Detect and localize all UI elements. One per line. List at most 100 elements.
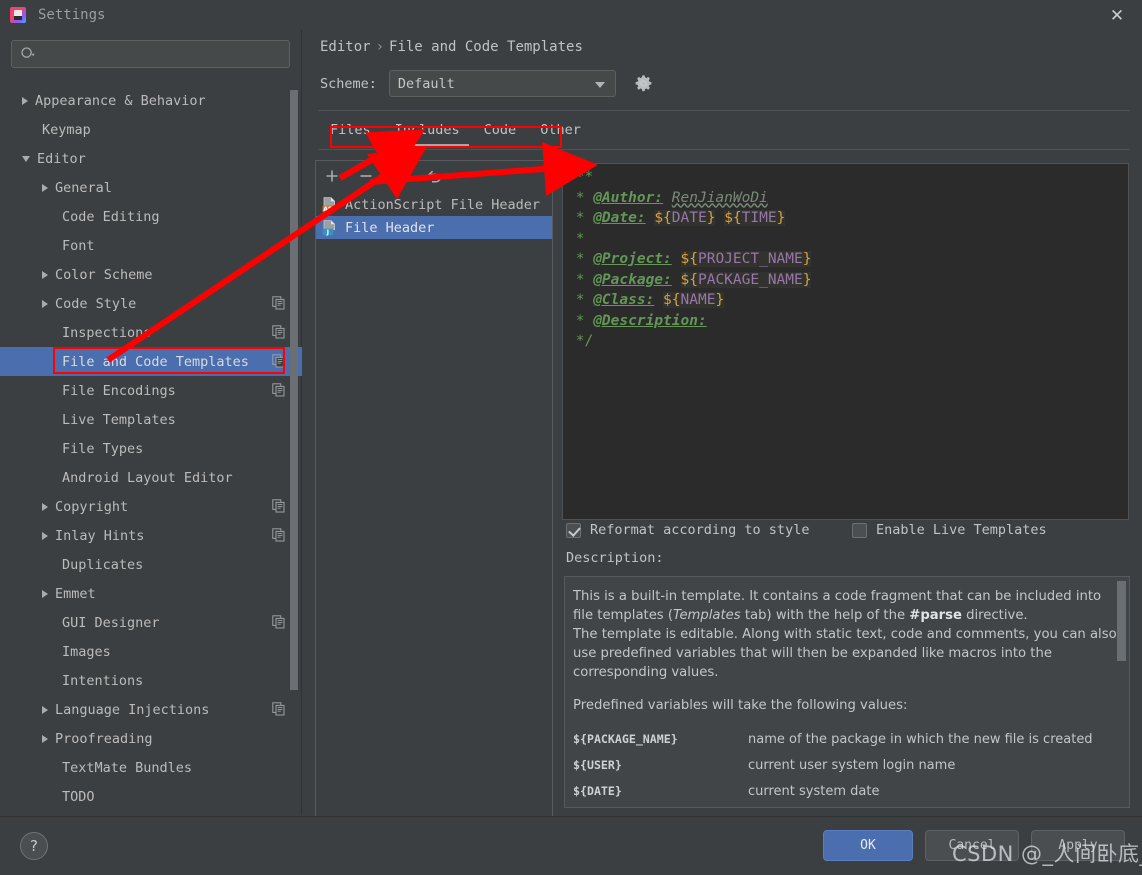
copy-scope-icon [272,702,286,716]
breadcrumb: Editor › File and Code Templates [320,39,583,55]
sidebar-item-code-editing[interactable]: Code Editing [0,202,302,231]
scheme-label: Scheme: [320,75,377,92]
chevron-right-icon[interactable] [42,299,48,308]
breadcrumb-leaf: File and Code Templates [389,39,583,55]
list-item[interactable]: AS ActionScript File Header [316,193,552,216]
list-item[interactable]: J File Header [316,216,552,239]
code-token: ${ [680,271,698,288]
code-token: TIME [741,210,777,226]
sidebar-item-file-and-code-templates[interactable]: File and Code Templates [0,347,302,376]
settings-tree[interactable]: Appearance & Behavior Keymap Editor General… [0,78,302,815]
sidebar-item-duplicates[interactable]: Duplicates [0,550,302,579]
tab-files[interactable]: Files [318,120,383,147]
close-icon[interactable]: ✕ [1106,5,1128,27]
scheme-dropdown[interactable]: Default [388,70,616,97]
sidebar-item-label: Keymap [42,121,91,138]
sidebar-item-color-scheme[interactable]: Color Scheme [0,260,302,289]
description-panel[interactable]: This is a built-in template. It contains… [564,576,1130,808]
sidebar-item-label: Proofreading [55,730,153,747]
copy-icon[interactable] [390,166,410,186]
sidebar-item-file-encodings[interactable]: File Encodings [0,376,302,405]
code-line: * @Author: RenJianWoDi [567,188,1128,209]
sidebar-item-label: Language Injections [55,701,210,718]
cancel-button[interactable]: Cancel [925,830,1019,861]
reformat-checkbox[interactable] [566,522,581,538]
variable-meaning: current system time [748,805,1117,807]
sidebar-item-label: Code Editing [62,208,160,225]
chevron-right-icon[interactable] [22,96,28,105]
sidebar-item-code-style[interactable]: Code Style [0,289,302,318]
sidebar-item-label: Color Scheme [55,266,153,283]
sidebar-item-intentions[interactable]: Intentions [0,666,302,695]
help-button[interactable]: ? [20,832,48,860]
reformat-checkbox-row: Reformat according to style [566,522,809,538]
copy-scope-icon [272,296,286,310]
sidebar-item-emmet[interactable]: Emmet [0,579,302,608]
remove-button[interactable] [356,166,376,186]
copy-scope-icon [272,615,286,629]
sidebar-item-live-templates[interactable]: Live Templates [0,405,302,434]
code-token: PROJECT_NAME [697,251,803,267]
variable-name: ${TIME} [573,805,748,807]
chevron-right-icon[interactable] [42,531,48,540]
chevron-right-icon[interactable] [42,734,48,743]
chevron-right-icon[interactable] [42,502,48,511]
sidebar-item-language-injections[interactable]: Language Injections [0,695,302,724]
sidebar-item-font[interactable]: Font [0,231,302,260]
enable-live-templates-checkbox[interactable] [852,522,867,538]
template-list-panel: AS ActionScript File Header J File Header [315,160,553,832]
chevron-right-icon[interactable] [42,183,48,192]
ok-button[interactable]: OK [823,830,913,861]
sidebar-item-label: Intentions [62,672,144,689]
gear-icon[interactable] [633,73,655,95]
chevron-right-icon[interactable] [42,705,48,714]
chevron-right-icon[interactable] [42,270,48,279]
sidebar-item-label: File and Code Templates [62,353,249,370]
code-token: * [567,312,594,329]
code-token: * [567,271,594,288]
breadcrumb-root[interactable]: Editor [320,39,371,55]
sidebar-item-android-layout-editor[interactable]: Android Layout Editor [0,463,302,492]
revert-icon[interactable] [424,166,444,186]
tab-code[interactable]: Code [472,120,529,147]
code-token: @Date: [593,210,646,226]
sidebar-item-file-types[interactable]: File Types [0,434,302,463]
table-row: ${USER} current user system login name [573,753,1117,779]
code-token: } [802,251,812,267]
sidebar-item-label: Inspections [62,324,152,341]
description-scrollbar[interactable] [1117,581,1126,661]
search-input[interactable] [40,46,281,62]
sidebar-scrollbar[interactable] [290,90,298,690]
tab-includes[interactable]: Includes [383,120,472,147]
chevron-right-icon[interactable] [42,589,48,598]
code-token: @Project: [593,251,672,267]
sidebar-item-textmate-bundles[interactable]: TextMate Bundles [0,753,302,782]
sidebar-item-proofreading[interactable]: Proofreading [0,724,302,753]
tab-bar[interactable]: Files Includes Code Other [318,120,1130,150]
sidebar-item-appearance-behavior[interactable]: Appearance & Behavior [0,86,302,115]
tab-other[interactable]: Other [528,120,593,147]
sidebar-item-images[interactable]: Images [0,637,302,666]
code-token: /** [567,169,594,185]
sidebar-item-label: Duplicates [62,556,144,573]
code-token: ${ [724,210,742,226]
sidebar-item-inlay-hints[interactable]: Inlay Hints [0,521,302,550]
sidebar-item-gui-designer[interactable]: GUI Designer [0,608,302,637]
sidebar-item-general[interactable]: General [0,173,302,202]
chevron-down-icon[interactable] [22,155,30,162]
copy-scope-icon [272,383,286,397]
sidebar-item-inspections[interactable]: Inspections [0,318,302,347]
sidebar-item-keymap[interactable]: Keymap [0,115,302,144]
template-list[interactable]: AS ActionScript File Header J File Header [316,191,552,239]
apply-button[interactable]: Apply [1031,830,1125,861]
sidebar-item-todo[interactable]: TODO [0,782,302,811]
sidebar-item-label: File Types [62,440,144,457]
description-paragraph-1: This is a built-in template. It contains… [573,589,1102,623]
template-code-editor[interactable]: /** * @Author: RenJianWoDi * @Date: ${DA… [562,163,1129,520]
sidebar-item-editor[interactable]: Editor [0,144,302,173]
code-token: ${ [680,251,698,267]
search-box[interactable] [11,40,290,68]
add-button[interactable] [322,166,342,186]
sidebar-item-copyright[interactable]: Copyright [0,492,302,521]
